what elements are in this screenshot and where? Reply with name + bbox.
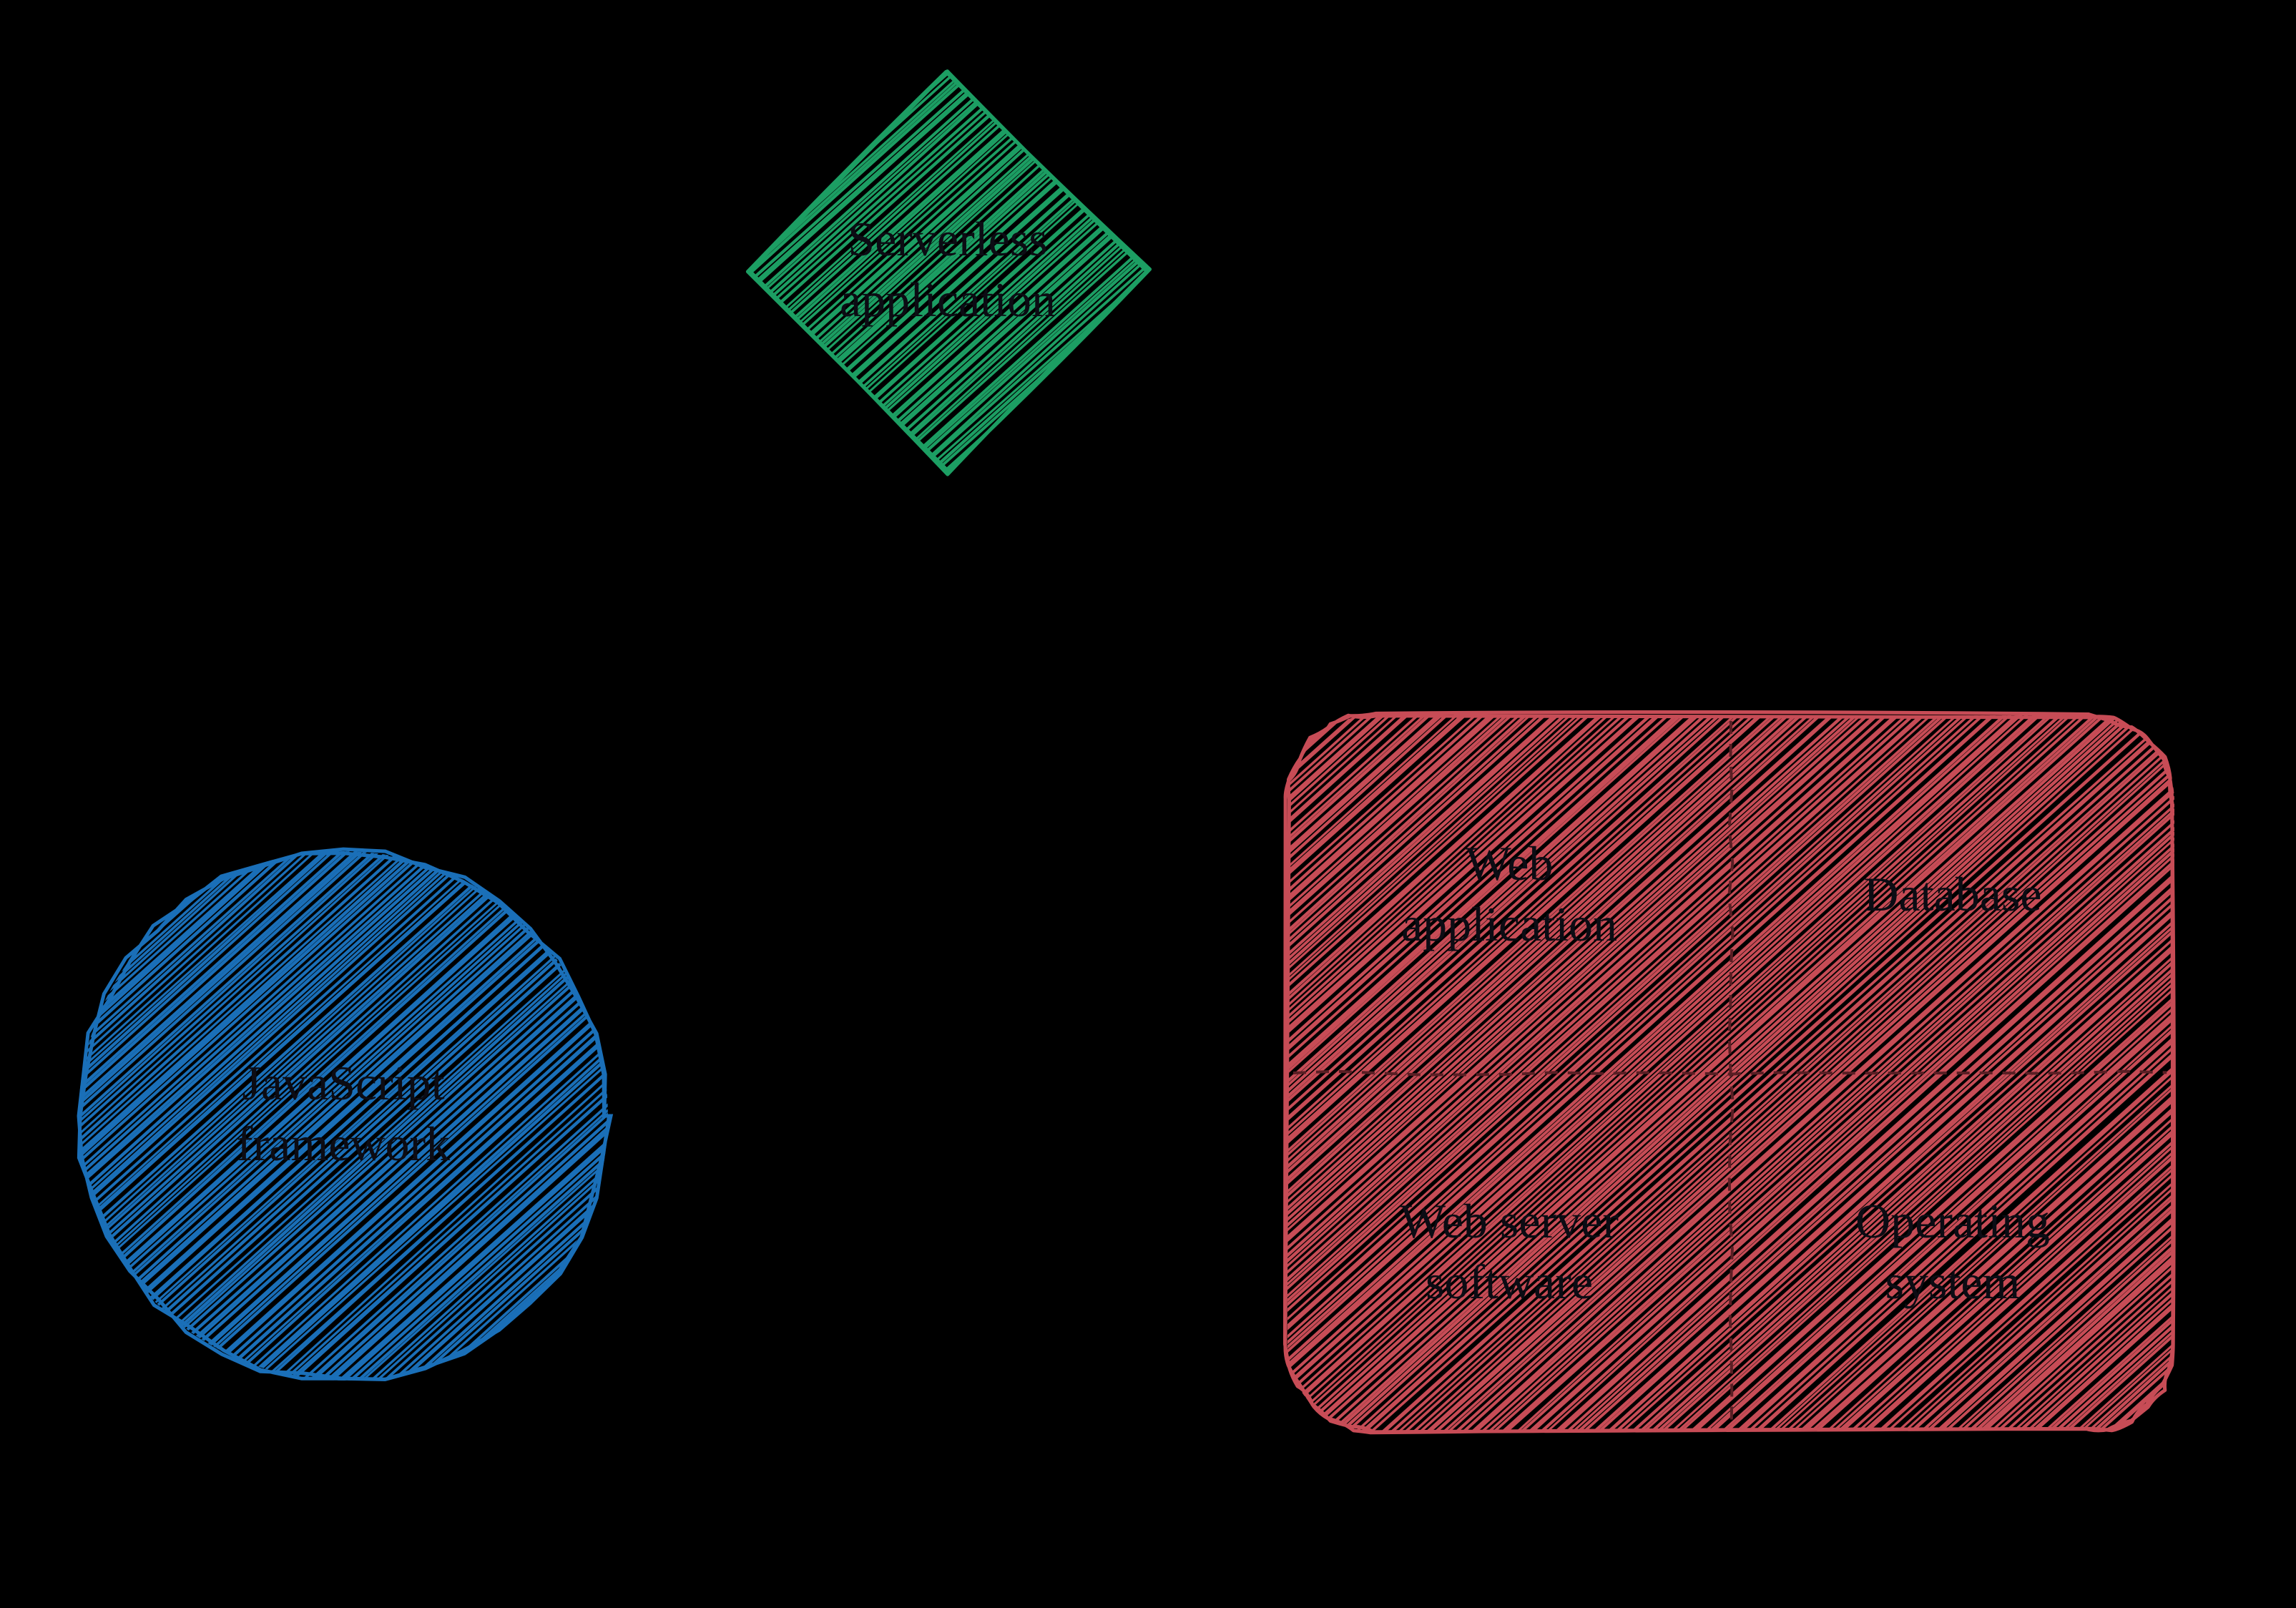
diagram-canvas: Serverless application JavaScript framew…: [0, 0, 2296, 1608]
circle-node: JavaScript framework: [57, 830, 629, 1402]
diamond-node: Serverless application: [726, 50, 1169, 494]
square-node: Web application Database Web server soft…: [1266, 694, 2196, 1452]
